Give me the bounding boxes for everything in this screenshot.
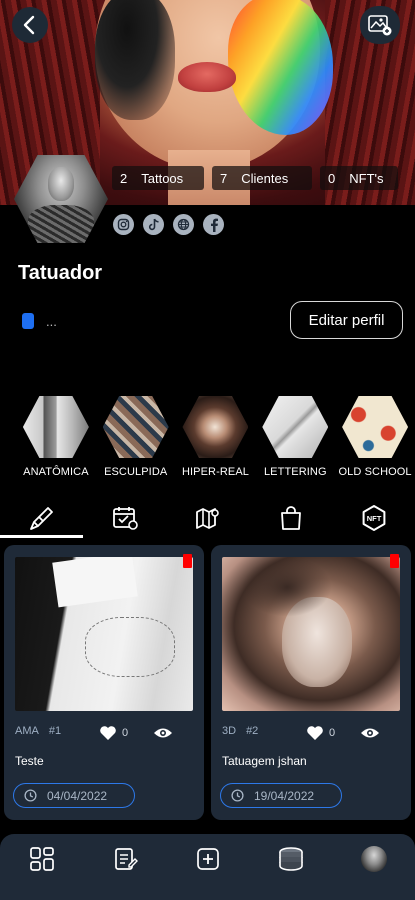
edit-profile-button[interactable]: Editar perfil — [290, 301, 403, 339]
like-button[interactable]: 0 — [306, 725, 335, 741]
category-label: OLD SCHOOL — [338, 466, 412, 478]
card-meta: AMA #1 — [15, 725, 61, 737]
card-number: #1 — [48, 725, 62, 737]
bottom-nav — [0, 834, 415, 900]
tattoo-machine-icon — [29, 507, 53, 530]
calendar-check-icon — [112, 507, 138, 530]
card-meta: 3D #2 — [222, 725, 258, 737]
tattoo-image — [222, 557, 400, 711]
card-date-text: 19/04/2022 — [254, 788, 315, 803]
category-label: LETTERING — [263, 466, 327, 478]
category-image — [262, 396, 329, 458]
like-count: 0 — [122, 727, 129, 739]
nav-records[interactable] — [83, 834, 166, 884]
tab-map[interactable] — [166, 498, 249, 538]
tattoo-image — [15, 557, 193, 711]
category-label: ESCULPIDA — [104, 466, 168, 478]
card-style: AMA — [15, 725, 39, 737]
category-image — [342, 396, 409, 458]
instagram-icon[interactable] — [113, 214, 134, 235]
card-date: 04/04/2022 — [13, 783, 135, 808]
clock-icon — [231, 789, 244, 802]
tattoo-card[interactable]: AMA #1 0 Teste 04/04/2022 — [4, 545, 204, 820]
tab-agenda[interactable] — [83, 498, 166, 538]
category-image — [182, 396, 249, 458]
category-hiper-real[interactable]: HIPER-REAL — [176, 396, 256, 478]
facebook-icon[interactable] — [203, 214, 224, 235]
category-old-school[interactable]: OLD SCHOOL — [335, 396, 415, 478]
stat-count: 2 — [120, 170, 128, 186]
status-badge — [390, 554, 399, 568]
heart-icon — [100, 726, 116, 740]
nav-dashboard[interactable] — [0, 834, 83, 884]
edit-cover-button[interactable] — [360, 6, 400, 44]
dashboard-icon — [29, 847, 54, 871]
category-image — [22, 396, 89, 458]
add-icon — [196, 848, 219, 870]
profile-bio: ... — [46, 314, 57, 329]
tattoo-card[interactable]: 3D #2 0 Tatuagem jshan 19/04/2022 — [211, 545, 411, 820]
like-button[interactable]: 0 — [99, 725, 128, 741]
tab-nft[interactable]: NFT — [332, 498, 415, 538]
tab-tattoos[interactable] — [0, 498, 83, 538]
tiktok-icon[interactable] — [143, 214, 164, 235]
nav-profile[interactable] — [332, 834, 415, 884]
stat-label: Tattoos — [141, 170, 184, 186]
clock-icon — [24, 789, 37, 802]
globe-icon[interactable] — [173, 214, 194, 235]
card-style: 3D — [222, 725, 237, 737]
stat-label: NFT's — [349, 170, 384, 186]
card-title: Tatuagem jshan — [222, 754, 307, 768]
profile-role: Tatuador — [18, 262, 103, 284]
clipboard-icon — [114, 848, 138, 870]
category-lettering[interactable]: LETTERING — [255, 396, 335, 478]
stat-label: Clientes — [241, 170, 289, 186]
nft-icon: NFT — [362, 505, 385, 531]
profile-tabs: NFT — [0, 498, 415, 538]
category-list: ANATÔMICA ESCULPIDA HIPER-REAL LETTERING… — [0, 396, 415, 478]
stat-tattoos[interactable]: 2 Tattoos — [112, 166, 204, 190]
category-label: ANATÔMICA — [23, 466, 89, 478]
stat-clientes[interactable]: 7 Clientes — [212, 166, 312, 190]
shopping-bag-icon — [280, 506, 301, 530]
stat-nfts[interactable]: 0 NFT's — [320, 166, 398, 190]
like-count: 0 — [329, 727, 336, 739]
nft-badge-text: NFT — [366, 514, 381, 523]
views-icon — [360, 726, 380, 745]
nav-wallet[interactable] — [249, 834, 332, 884]
stat-count: 7 — [220, 170, 228, 186]
views-icon — [153, 726, 173, 745]
card-date-text: 04/04/2022 — [47, 788, 108, 803]
social-links — [113, 214, 224, 235]
status-badge — [183, 554, 192, 568]
stat-count: 0 — [328, 170, 336, 186]
avatar-icon — [360, 846, 387, 872]
profile-stats: 2 Tattoos 7 Clientes 0 NFT's — [112, 166, 406, 190]
heart-icon — [307, 726, 323, 740]
map-icon — [195, 508, 219, 529]
card-number: #2 — [246, 725, 259, 737]
back-button[interactable] — [12, 7, 48, 43]
card-title: Teste — [15, 754, 44, 768]
category-esculpida[interactable]: ESCULPIDA — [96, 396, 176, 478]
category-anatomica[interactable]: ANATÔMICA — [16, 396, 96, 478]
coins-icon — [278, 847, 303, 871]
card-date: 19/04/2022 — [220, 783, 342, 808]
nav-add[interactable] — [166, 834, 249, 884]
chevron-left-icon — [23, 15, 35, 35]
category-image — [102, 396, 169, 458]
category-label: HIPER-REAL — [181, 466, 249, 478]
tab-shop[interactable] — [249, 498, 332, 538]
bio-icon — [22, 313, 34, 329]
image-edit-icon — [368, 15, 392, 36]
